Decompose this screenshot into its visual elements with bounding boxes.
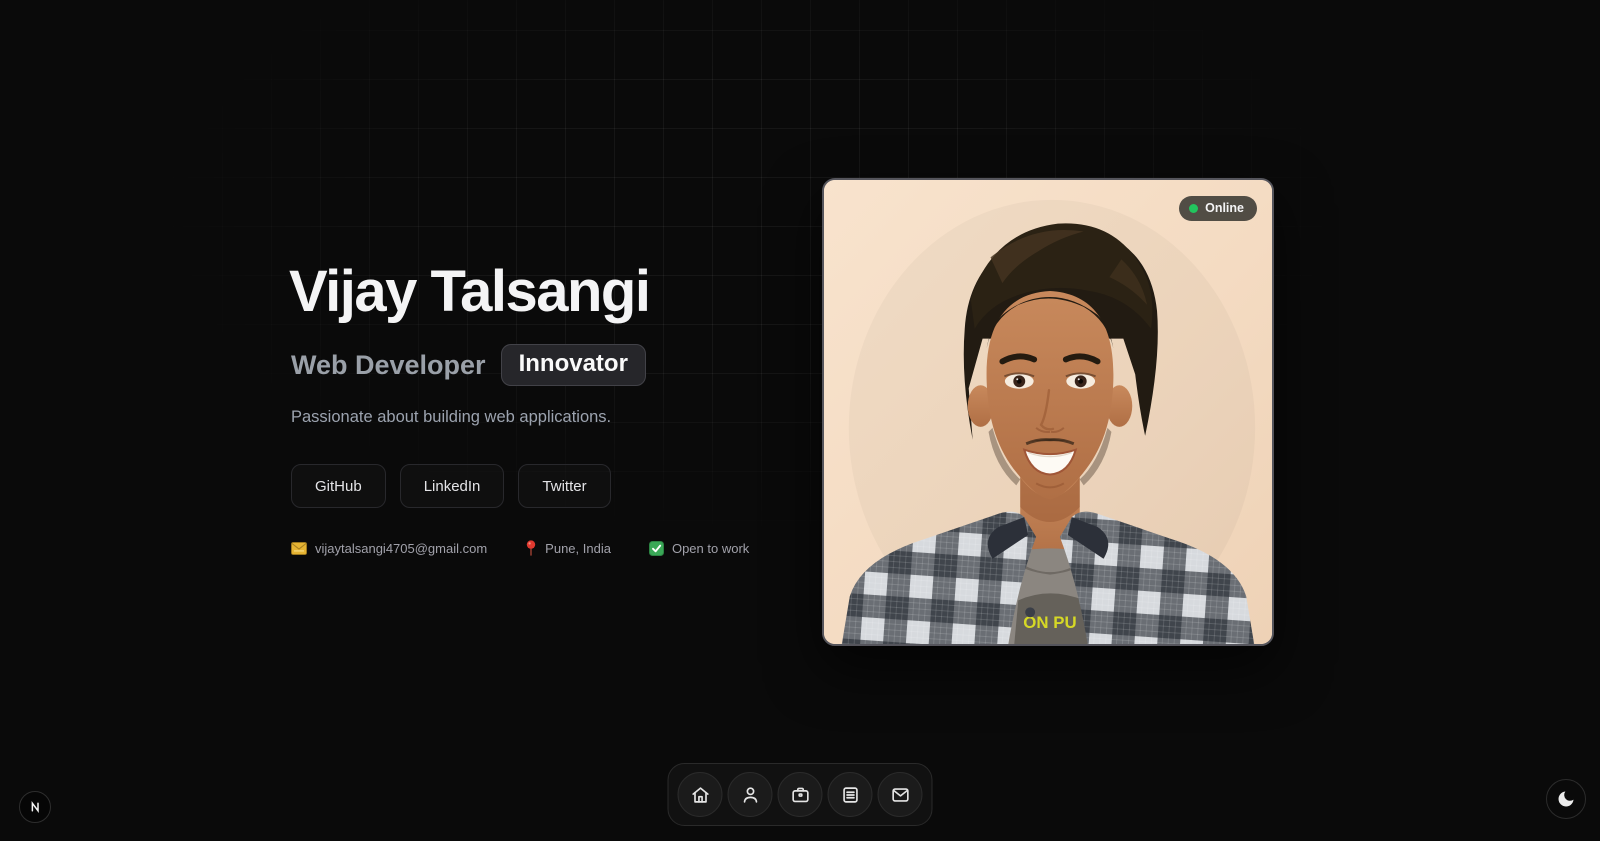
nextjs-logo-icon [31, 801, 39, 813]
profile-photo-card: ON PU Online [822, 178, 1274, 646]
home-icon [691, 786, 709, 803]
user-icon [743, 786, 757, 803]
nav-about-button[interactable] [727, 772, 773, 817]
resume-icon [842, 786, 858, 803]
open-to-work-text: Open to work [671, 540, 750, 556]
online-status-text: Online [1205, 201, 1244, 215]
brand-logo-button[interactable] [19, 791, 51, 823]
grid-background [0, 0, 1600, 841]
nav-home-button[interactable] [677, 772, 723, 817]
envelope-icon [291, 541, 307, 555]
mail-icon [891, 787, 909, 802]
portrait-face [986, 291, 1114, 500]
open-to-work-item: Open to work [648, 540, 750, 556]
social-buttons: GitHub LinkedIn Twitter [291, 464, 611, 508]
online-status-badge: Online [1179, 196, 1257, 221]
portfolio-page: Vijay Talsangi Web Developer Innovator P… [0, 0, 1600, 841]
location-text: Pune, India [545, 540, 611, 556]
nav-projects-button[interactable] [777, 772, 823, 817]
moon-icon [1558, 791, 1574, 807]
role-label: Web Developer [291, 349, 486, 380]
page-title: Vijay Talsangi [289, 259, 651, 324]
linkedin-button[interactable]: LinkedIn [399, 464, 505, 508]
email-item[interactable]: vijaytalsangi4705@gmail.com [291, 541, 487, 556]
role-row: Web Developer Innovator [291, 344, 646, 386]
check-icon [648, 540, 664, 556]
location-item: Pune, India [525, 540, 611, 556]
twitter-button[interactable]: Twitter [518, 464, 611, 508]
tagline: Passionate about building web applicatio… [291, 408, 612, 426]
pin-icon [526, 540, 536, 556]
nav-contact-button[interactable] [877, 772, 923, 817]
online-dot-icon [1189, 203, 1199, 213]
briefcase-icon [791, 787, 809, 802]
email-text: vijaytalsangi4705@gmail.com [315, 540, 488, 556]
contact-row: vijaytalsangi4705@gmail.com Pune, India … [291, 540, 749, 556]
theme-toggle-button[interactable] [1546, 779, 1586, 819]
github-button[interactable]: GitHub [291, 464, 386, 508]
innovator-badge: Innovator [500, 344, 646, 386]
profile-photo: ON PU [824, 180, 1272, 644]
navigation-dock [667, 763, 933, 826]
nav-resume-button[interactable] [827, 772, 873, 817]
